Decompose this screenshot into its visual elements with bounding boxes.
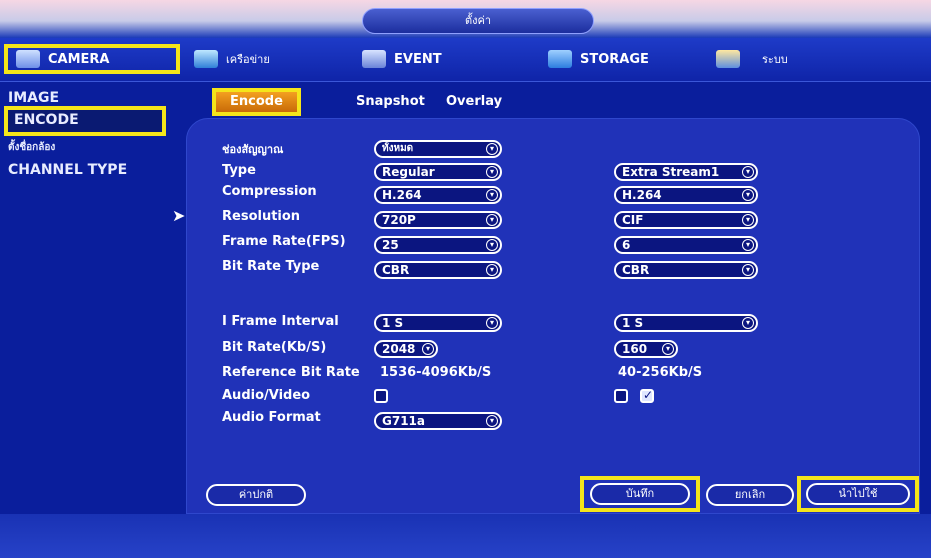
i-frame-main-select[interactable]: 1 S ▾ [374,314,502,332]
chevron-down-icon: ▾ [486,264,498,276]
save-button[interactable]: บันทึก [590,483,690,505]
type-label: Type [222,163,256,178]
frame-rate-main-value: 25 [382,238,399,252]
chevron-down-icon: ▾ [742,166,754,178]
reference-label: Reference Bit Rate [222,365,360,380]
resolution-extra-value: CIF [622,213,644,227]
chevron-down-icon: ▾ [486,214,498,226]
bit-rate-extra-select[interactable]: 160 ▾ [614,340,678,358]
audio-extra-checkbox[interactable] [640,388,654,403]
bit-rate-type-extra-value: CBR [622,263,650,277]
subtab-overlay[interactable]: Overlay [432,92,516,120]
compression-extra-value: H.264 [622,188,662,202]
type-extra-value: Extra Stream1 [622,165,720,179]
i-frame-main-value: 1 S [382,316,404,330]
sidebar: IMAGE ENCODE ตั้งชื่อกล้อง CHANNEL TYPE [0,82,180,512]
system-icon [716,50,740,68]
audio-video-main-checkbox[interactable] [374,389,388,403]
bit-rate-main-select[interactable]: 2048 ▾ [374,340,438,358]
chevron-down-icon: ▾ [662,343,674,355]
bit-rate-type-main-value: CBR [382,263,410,277]
bit-rate-type-extra-select[interactable]: CBR ▾ [614,261,758,279]
i-frame-label: I Frame Interval [222,314,339,329]
bit-rate-type-label: Bit Rate Type [222,259,320,274]
frame-rate-extra-select[interactable]: 6 ▾ [614,236,758,254]
chevron-down-icon: ▾ [486,189,498,201]
compression-label: Compression [222,184,317,199]
frame-rate-main-select[interactable]: 25 ▾ [374,236,502,254]
bit-rate-label: Bit Rate(Kb/S) [222,340,327,355]
sidebar-item-camera-name[interactable]: ตั้งชื่อกล้อง [8,140,55,155]
chevron-down-icon: ▾ [486,415,498,427]
chevron-down-icon: ▾ [742,264,754,276]
compression-extra-select[interactable]: H.264 ▾ [614,186,758,204]
main-tab-bar: CAMERA เครือข่าย EVENT STORAGE ระบบ [0,38,931,82]
resolution-main-value: 720P [382,213,416,227]
bottom-bar [0,514,931,558]
channel-value: ทั้งหมด [382,143,414,154]
audio-format-label: Audio Format [222,410,321,425]
resolution-main-select[interactable]: 720P ▾ [374,211,502,229]
network-icon [194,50,218,68]
chevron-down-icon: ▾ [742,214,754,226]
compression-main-value: H.264 [382,188,422,202]
tab-network[interactable]: เครือข่าย [194,44,270,74]
type-extra-select[interactable]: Extra Stream1 ▾ [614,163,758,181]
type-main-value: Regular [382,165,435,179]
apply-button[interactable]: นำไปใช้ [806,483,910,505]
chevron-down-icon: ▾ [486,317,498,329]
chevron-down-icon: ▾ [486,166,498,178]
audio-video-extra-checkbox[interactable] [614,389,628,403]
sidebar-item-channel-type[interactable]: CHANNEL TYPE [8,162,127,178]
window-title: ตั้งค่า [362,8,594,34]
frame-rate-extra-value: 6 [622,238,631,252]
audio-video-label: Audio/Video [222,388,311,403]
audio-format-value: G711a [382,414,425,428]
chevron-down-icon: ▾ [422,343,434,355]
storage-icon [548,50,572,68]
chevron-down-icon: ▾ [486,143,498,155]
channel-label: ช่องสัญญาณ [222,143,284,156]
tab-event[interactable]: EVENT [362,44,442,74]
tab-camera-label: CAMERA [48,51,110,67]
resolution-extra-select[interactable]: CIF ▾ [614,211,758,229]
sidebar-item-image[interactable]: IMAGE [8,90,59,106]
channel-select[interactable]: ทั้งหมด ▾ [374,140,502,158]
mouse-cursor-icon: ➤ [172,206,186,225]
event-icon [362,50,386,68]
subtab-encode[interactable]: Encode [212,88,301,116]
tab-system[interactable]: ระบบ [716,44,788,74]
tab-camera[interactable]: CAMERA [4,44,180,74]
audio-format-select[interactable]: G711a ▾ [374,412,502,430]
bit-rate-type-main-select[interactable]: CBR ▾ [374,261,502,279]
chevron-down-icon: ▾ [742,239,754,251]
sidebar-item-encode[interactable]: ENCODE [4,106,166,136]
reference-main-value: 1536-4096Kb/S [380,365,492,380]
camera-icon [16,50,40,68]
chevron-down-icon: ▾ [486,239,498,251]
resolution-label: Resolution [222,209,301,224]
tab-event-label: EVENT [394,51,442,67]
tab-storage[interactable]: STORAGE [548,44,649,74]
i-frame-extra-value: 1 S [622,316,644,330]
i-frame-extra-select[interactable]: 1 S ▾ [614,314,758,332]
tab-storage-label: STORAGE [580,51,649,67]
chevron-down-icon: ▾ [742,317,754,329]
bit-rate-main-value: 2048 [382,342,416,356]
subtab-snapshot[interactable]: Snapshot [342,92,439,120]
default-button[interactable]: ค่าปกติ [206,484,306,506]
compression-main-select[interactable]: H.264 ▾ [374,186,502,204]
tab-network-label: เครือข่าย [226,53,270,66]
type-main-select[interactable]: Regular ▾ [374,163,502,181]
frame-rate-label: Frame Rate(FPS) [222,234,346,249]
bit-rate-extra-value: 160 [622,342,648,356]
reference-extra-value: 40-256Kb/S [618,365,703,380]
chevron-down-icon: ▾ [742,189,754,201]
cancel-button[interactable]: ยกเลิก [706,484,794,506]
tab-system-label: ระบบ [762,53,788,66]
